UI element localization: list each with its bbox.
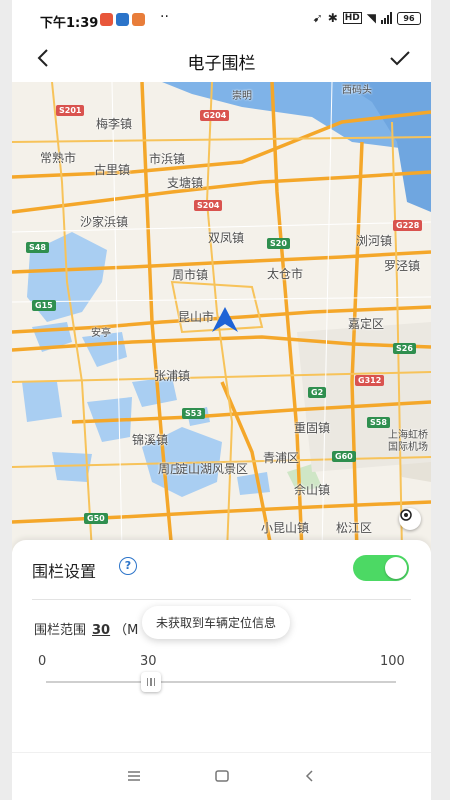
map-place-label: 沙家浜镇: [80, 215, 129, 229]
fence-range-label: 围栏范围: [34, 623, 87, 638]
road-shield: G50: [84, 513, 108, 524]
map-place-label: 小昆山镇: [261, 521, 310, 535]
top-nav-bar: 电子围栏: [12, 38, 431, 82]
toggle-knob: [385, 557, 407, 579]
wifi-icon: ◥: [366, 11, 376, 25]
map-place-label: 青浦区: [263, 451, 300, 465]
map-place-label: 昆山市: [178, 310, 215, 324]
map-place-label: 张浦镇: [154, 369, 191, 383]
system-nav-bar: [12, 752, 431, 800]
hd-icon: HD: [342, 12, 362, 24]
map-place-label: 西码头: [342, 85, 372, 96]
map-place-label: 松江区: [336, 521, 373, 535]
status-bar: 下午1:39 ·· ➹ ✱ HD ◥ 96: [12, 0, 431, 38]
road-shield: G312: [355, 375, 385, 386]
map-place-label: 梅李镇: [96, 117, 133, 131]
range-slider-thumb[interactable]: [141, 672, 161, 692]
notification-icon-b: [116, 13, 129, 26]
map-place-label: 双凤镇: [208, 231, 245, 245]
map-place-label: 太仓市: [267, 267, 304, 281]
bluetooth-icon: ✱: [327, 11, 338, 25]
map-place-label: 浏河镇: [356, 234, 393, 248]
map-place-label: 周市镇: [172, 268, 209, 282]
location-icon: ➹: [312, 11, 323, 25]
map-place-label: 重固镇: [294, 421, 331, 435]
road-shield: G228: [393, 220, 423, 231]
map-view[interactable]: 梅李镇 常熟市 古里镇 沙家浜镇 市浜镇 支塘镇 双凤镇 浏河镇 罗泾镇 周市镇…: [12, 82, 431, 552]
road-shield: S201: [56, 105, 85, 116]
signal-icon: [381, 12, 392, 24]
fence-range-row: 围栏范围 30 （M: [34, 619, 138, 638]
fence-range-value: 30: [92, 623, 111, 638]
road-shield: G204: [200, 110, 230, 121]
map-place-label: 锦溪镇: [132, 433, 169, 447]
road-shield: S53: [182, 408, 205, 419]
slider-min-label: 0: [38, 654, 47, 669]
fence-settings-title: 围栏设置: [32, 562, 97, 581]
map-place-label: 嘉定区: [348, 317, 385, 331]
road-shield: G2: [308, 387, 327, 398]
back-triangle-icon[interactable]: [300, 766, 320, 786]
road-shield: S26: [393, 343, 416, 354]
range-slider-track[interactable]: [46, 681, 396, 683]
map-place-label: 支塘镇: [167, 176, 204, 190]
battery-icon: 96: [397, 11, 421, 25]
road-shield: S204: [194, 200, 223, 211]
map-place-label: 崇明: [232, 91, 252, 102]
map-place-label: 常熟市: [40, 151, 77, 165]
locate-target-icon[interactable]: [399, 508, 421, 530]
check-icon[interactable]: [387, 46, 413, 70]
status-time: 下午1:39: [40, 16, 99, 31]
road-shield: S20: [267, 238, 290, 249]
home-square-icon[interactable]: [212, 766, 232, 786]
fence-enable-toggle[interactable]: [353, 555, 409, 581]
notification-icon-a: [100, 13, 113, 26]
divider: [32, 599, 411, 600]
page-title: 电子围栏: [187, 54, 256, 74]
map-place-label: 佘山镇: [294, 483, 331, 497]
map-place-label: 市浜镇: [149, 152, 186, 166]
road-shield: S58: [367, 417, 390, 428]
fence-settings-panel: 围栏设置 ? 围栏范围 30 （M 未获取到车辆定位信息 0 30 100: [12, 540, 431, 762]
toast-message: 未获取到车辆定位信息: [142, 606, 291, 639]
slider-current-label: 30: [140, 654, 157, 669]
map-place-label: 罗泾镇: [384, 259, 421, 273]
road-shield: G15: [32, 300, 56, 311]
map-place-label: 安亭: [91, 328, 111, 339]
road-shield: S48: [26, 242, 49, 253]
map-place-label: 上海虹桥国际机场: [388, 430, 428, 453]
more-notifications-icon: ··: [160, 9, 169, 25]
map-place-label: 古里镇: [94, 163, 131, 177]
help-icon[interactable]: ?: [119, 557, 137, 575]
fence-range-unit: （M: [114, 623, 139, 638]
app-screen: 下午1:39 ·· ➹ ✱ HD ◥ 96 电子围栏 梅李镇 常熟市 古里镇 沙…: [12, 0, 431, 800]
menu-icon[interactable]: [124, 766, 144, 786]
map-place-label: 淀山湖风景区: [176, 462, 249, 476]
status-right-icons: ➹ ✱ HD ◥ 96: [313, 11, 421, 25]
slider-max-label: 100: [380, 654, 405, 669]
notification-icon-c: [132, 13, 145, 26]
road-shield: G60: [332, 451, 356, 462]
